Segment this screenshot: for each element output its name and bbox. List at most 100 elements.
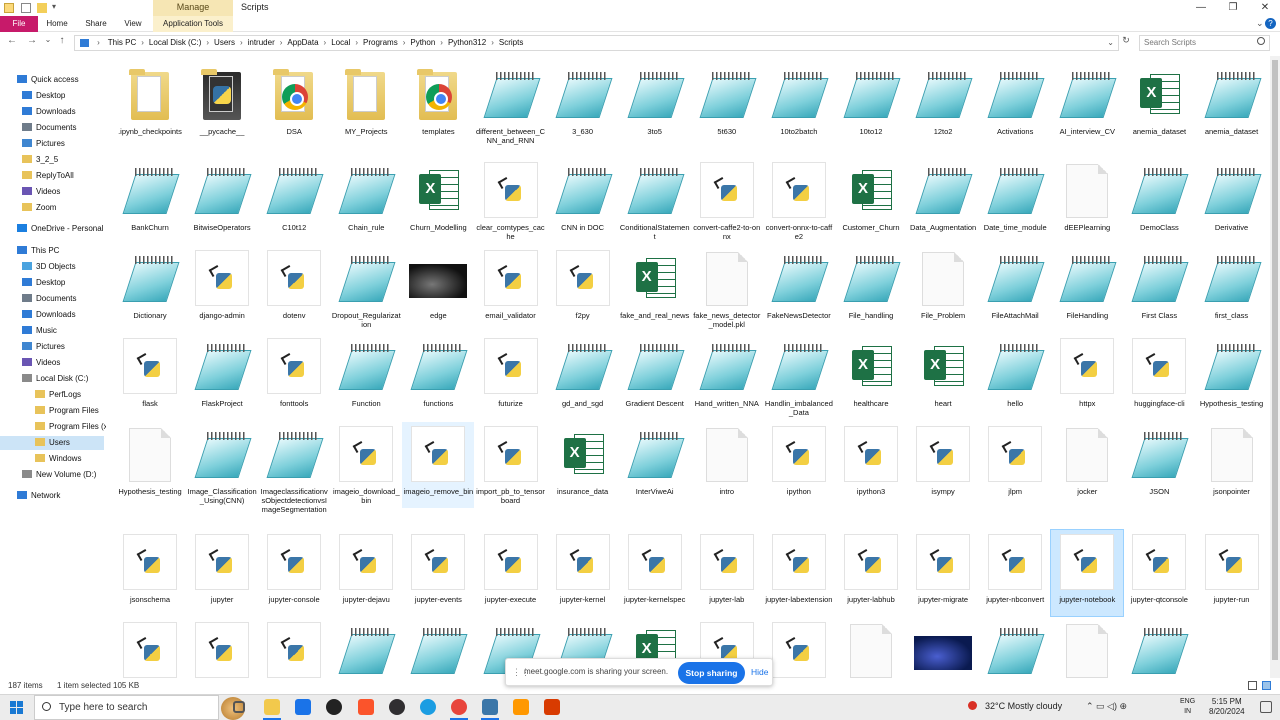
file-item[interactable]: functions	[402, 334, 474, 408]
up-arrow-icon[interactable]: ↑	[56, 35, 68, 46]
nav-item[interactable]: Network	[17, 489, 60, 503]
file-item[interactable]: jupyter-labhub	[835, 530, 907, 604]
chevron-right-icon[interactable]: ›	[352, 36, 361, 50]
chevron-right-icon[interactable]: ›	[237, 36, 246, 50]
clock[interactable]: 5:15 PM 8/20/2024	[1209, 697, 1245, 717]
nav-item[interactable]: Program Files (x86)	[35, 420, 106, 434]
ribbon-expand-icon[interactable]: ⌄	[1256, 18, 1264, 29]
file-item[interactable]: jupyter-run	[1196, 530, 1268, 604]
file-item[interactable]	[186, 618, 258, 678]
qat-dropdown-icon[interactable]: ▾	[52, 2, 56, 11]
file-item[interactable]: gd_and_sgd	[547, 334, 619, 408]
folder-item[interactable]: __pycache__	[186, 62, 258, 136]
file-item[interactable]: f2py	[547, 246, 619, 320]
help-icon[interactable]: ?	[1265, 18, 1276, 29]
file-item[interactable]: dotenv	[258, 246, 330, 320]
back-arrow-icon[interactable]: ←	[6, 35, 18, 46]
file-item[interactable]: huggingface-cli	[1123, 334, 1195, 408]
nav-item[interactable]: PerfLogs	[35, 388, 81, 402]
chevron-right-icon[interactable]: ›	[321, 36, 330, 50]
breadcrumb-item[interactable]: This PC	[106, 36, 138, 50]
file-item[interactable]: jupyter-migrate	[907, 530, 979, 604]
close-button[interactable]: ✕	[1250, 0, 1280, 16]
file-item[interactable]: CNN in DOC	[547, 158, 619, 232]
file-item[interactable]	[114, 618, 186, 678]
breadcrumb-item[interactable]: AppData	[285, 36, 320, 50]
windows-start-icon[interactable]	[10, 701, 23, 714]
file-item[interactable]: InterViweAi	[619, 422, 691, 496]
file-item[interactable]: DemoClass	[1123, 158, 1195, 232]
nav-item[interactable]: Desktop	[22, 276, 65, 290]
breadcrumb-item[interactable]: intruder	[246, 36, 277, 50]
file-item[interactable]: 10to12	[835, 62, 907, 136]
file-item[interactable]: Xhealthcare	[835, 334, 907, 408]
nav-item[interactable]: Desktop ⚲	[22, 89, 65, 103]
file-item[interactable]: imageio_remove_bin	[402, 422, 475, 508]
file-item[interactable]: Image_Classification_Using(CNN)	[186, 422, 258, 505]
tab-application-tools[interactable]: Application Tools	[153, 16, 233, 32]
folder-item[interactable]: .ipynb_checkpoints	[114, 62, 186, 136]
chevron-right-icon[interactable]: ›	[138, 36, 147, 50]
file-item[interactable]: Xheart	[907, 334, 979, 408]
breadcrumb-item[interactable]: Local	[329, 36, 352, 50]
file-item[interactable]: jupyter-events	[402, 530, 474, 604]
minimize-button[interactable]: —	[1186, 0, 1216, 16]
nav-item[interactable]: 3D Objects	[22, 260, 76, 274]
file-item[interactable]	[402, 618, 474, 678]
file-item[interactable]: anemia_dataset	[1196, 62, 1268, 136]
file-item[interactable]: jlpm	[979, 422, 1051, 496]
file-item[interactable]: Xfake_and_real_news	[619, 246, 691, 320]
file-item[interactable]: fonttools	[258, 334, 330, 408]
input-language[interactable]: ENG IN	[1180, 697, 1195, 717]
file-item[interactable]: 3_630	[547, 62, 619, 136]
file-item[interactable]: jupyter-dejavu	[330, 530, 402, 604]
file-item[interactable]: jupyter-console	[258, 530, 330, 604]
nav-item[interactable]: Downloads	[22, 308, 76, 322]
file-item[interactable]: Function	[330, 334, 402, 408]
file-item[interactable]: jupyter-kernelspec	[619, 530, 691, 604]
system-tray-icons[interactable]: ⌃ ▭ ◁) ⊕	[1086, 701, 1127, 712]
file-item[interactable]: django-admin	[186, 246, 258, 320]
forward-arrow-icon[interactable]: →	[26, 35, 38, 46]
weather-widget[interactable]: 32°C Mostly cloudy	[985, 701, 1062, 711]
nav-item[interactable]: New Volume (D:)	[22, 468, 96, 482]
nav-item[interactable]: ReplyToAll	[22, 169, 74, 183]
tab-share[interactable]: Share	[78, 16, 114, 32]
file-item[interactable]: Data_Augmentation	[907, 158, 979, 232]
vertical-scrollbar[interactable]	[1270, 56, 1280, 678]
file-item[interactable]	[907, 618, 979, 678]
edge-icon[interactable]	[420, 699, 436, 715]
file-item[interactable]	[835, 618, 907, 678]
nav-item[interactable]: Pictures	[22, 340, 65, 354]
file-item[interactable]: clear_comtypes_cache	[475, 158, 547, 241]
file-item[interactable]: httpx	[1051, 334, 1123, 408]
file-item[interactable]: futurize	[475, 334, 547, 408]
file-item[interactable]: first_class	[1196, 246, 1268, 320]
nav-item[interactable]: Users	[0, 436, 104, 450]
file-item[interactable]: jupyter-labextension	[763, 530, 835, 604]
nav-item[interactable]: This PC	[17, 244, 59, 258]
file-item[interactable]: AI_interview_CV	[1051, 62, 1123, 136]
file-item[interactable]: Activations	[979, 62, 1051, 136]
windows-store-icon[interactable]	[295, 699, 311, 715]
file-item[interactable]	[1051, 618, 1123, 678]
chevron-right-icon[interactable]: ›	[400, 36, 409, 50]
address-bar[interactable]: › This PC › Local Disk (C:) › Users › intruder…	[74, 35, 1119, 51]
file-item[interactable]: First Class	[1123, 246, 1195, 320]
sublime-icon[interactable]	[513, 699, 529, 715]
search-input[interactable]: Search Scripts	[1139, 35, 1270, 51]
file-item[interactable]	[979, 618, 1051, 678]
file-item[interactable]: BankChurn	[114, 158, 186, 232]
file-item[interactable]: ipython	[763, 422, 835, 496]
file-item[interactable]	[763, 618, 835, 678]
file-item[interactable]: Hand_written_NNA	[691, 334, 763, 408]
file-item[interactable]: 5t630	[691, 62, 763, 136]
file-item[interactable]: Date_time_module	[979, 158, 1051, 232]
chrome-icon[interactable]	[451, 699, 467, 715]
nav-item[interactable]: Local Disk (C:)	[22, 372, 88, 386]
file-item[interactable]: Xanemia_dataset	[1123, 62, 1195, 136]
file-item[interactable]: 12to2	[907, 62, 979, 136]
file-item[interactable]: jupyter-nbconvert	[979, 530, 1051, 604]
tab-home[interactable]: Home	[40, 16, 74, 32]
file-item[interactable]: jupyter	[186, 530, 258, 604]
